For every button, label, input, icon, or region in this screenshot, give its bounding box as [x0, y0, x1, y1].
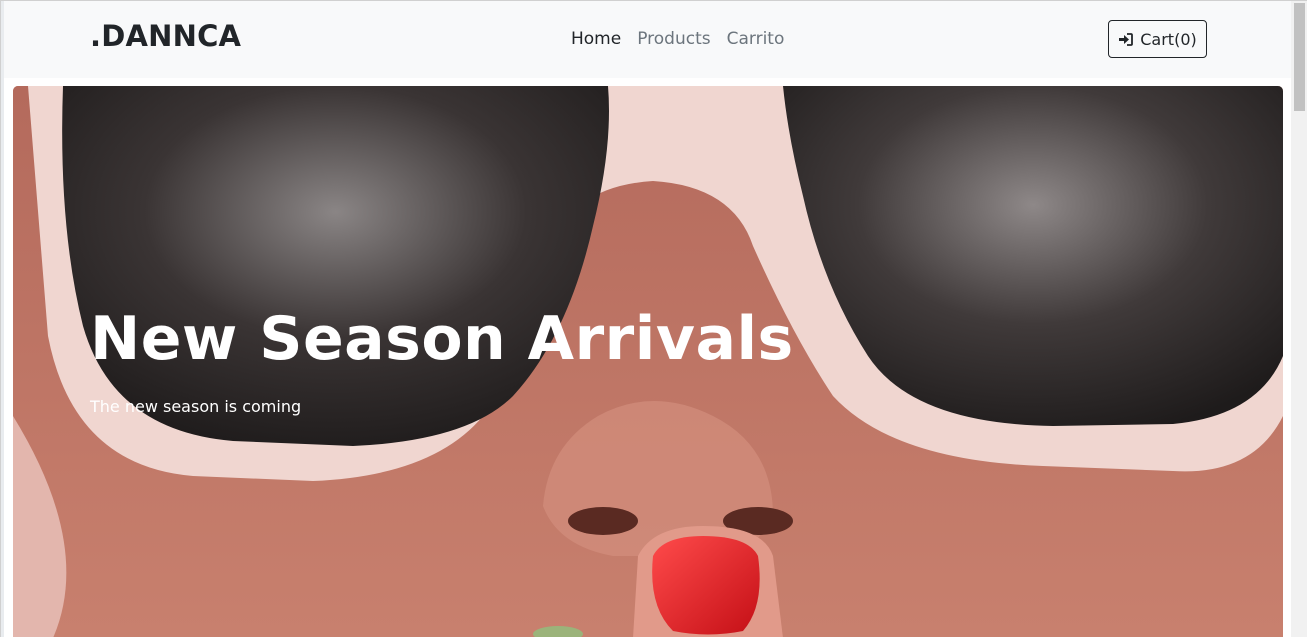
hero-subtitle: The new season is coming	[90, 397, 302, 416]
hero-banner: New Season Arrivals The new season is co…	[13, 86, 1283, 637]
nav-link-products[interactable]: Products	[629, 28, 718, 50]
brand-logo[interactable]: .DANNCA	[90, 19, 241, 53]
cart-button[interactable]: Cart(0)	[1108, 20, 1207, 58]
window-edge	[1, 1, 4, 637]
hero-title: New Season Arrivals	[90, 304, 794, 374]
nav-links: Home Products Carrito	[571, 28, 792, 50]
sign-in-icon	[1119, 32, 1134, 46]
page-scrollbar[interactable]	[1291, 1, 1307, 637]
cart-label: Cart(0)	[1140, 29, 1197, 49]
navbar: .DANNCA Home Products Carrito Cart(0)	[4, 1, 1291, 78]
nav-link-carrito[interactable]: Carrito	[719, 28, 793, 50]
nav-link-home[interactable]: Home	[571, 28, 629, 50]
scrollbar-thumb[interactable]	[1294, 3, 1305, 111]
